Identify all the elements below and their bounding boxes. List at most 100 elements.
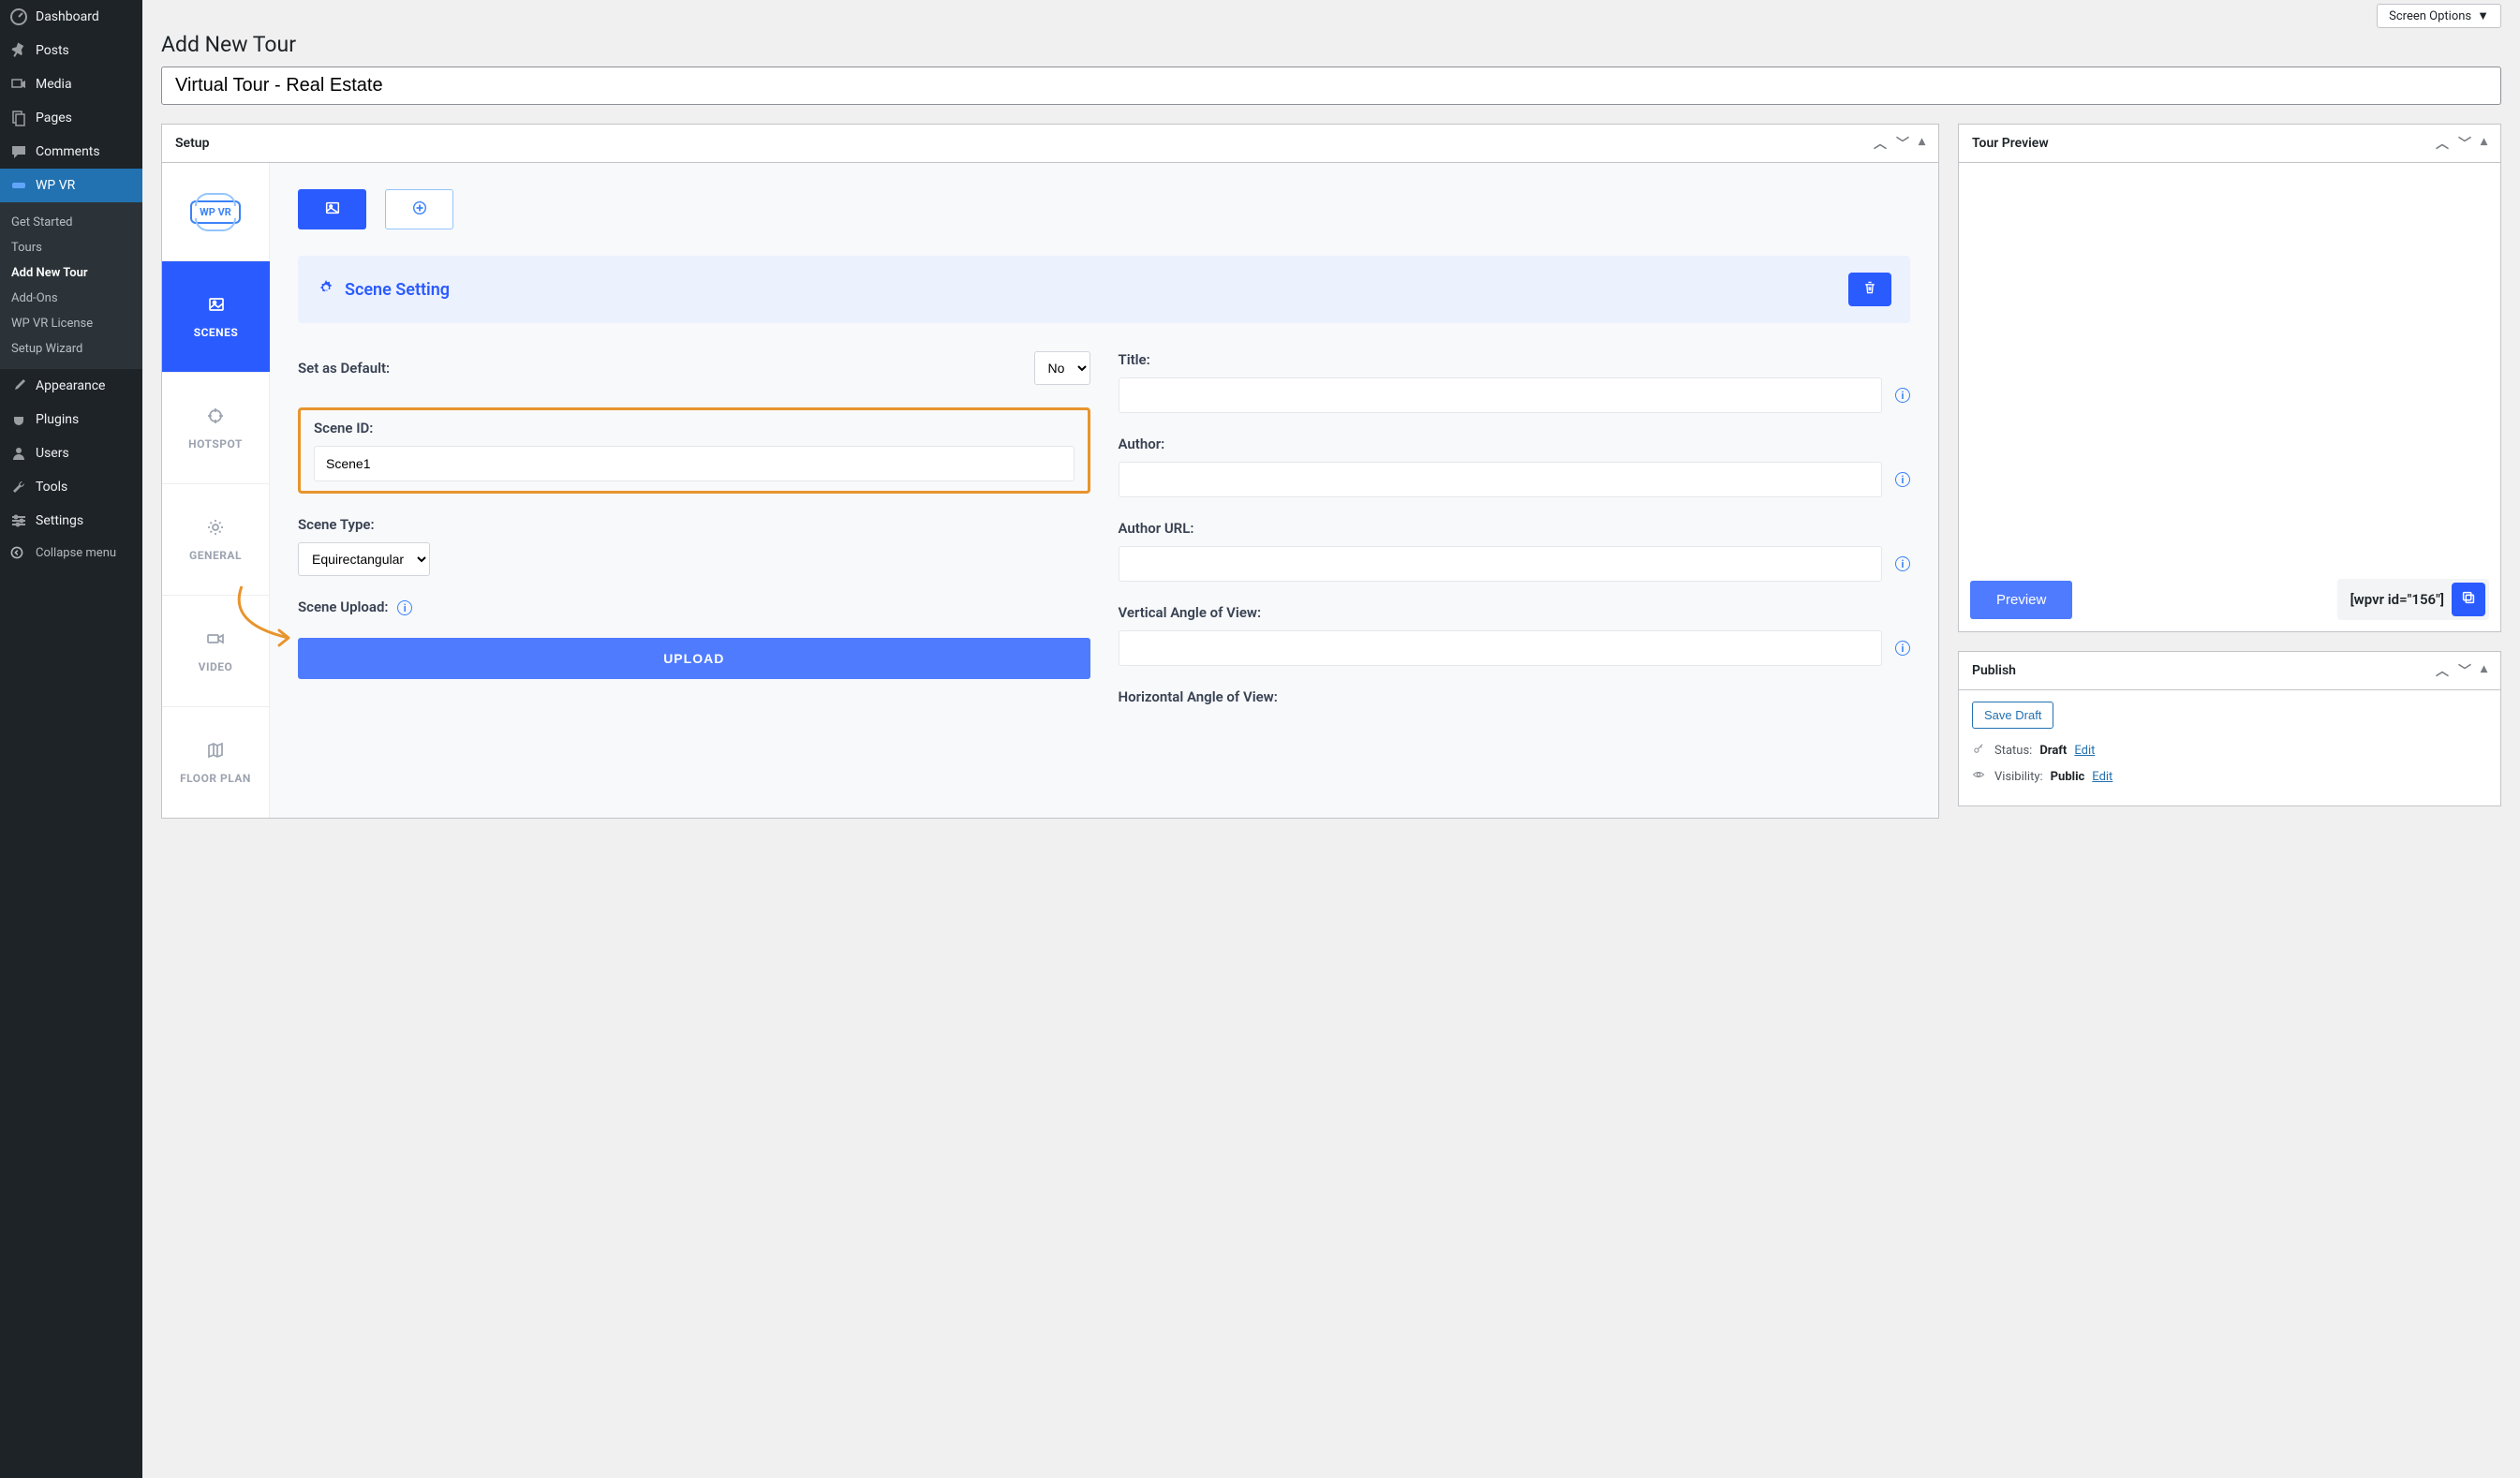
panel-toggle-icon[interactable]: ▴: [2481, 661, 2487, 680]
sidebar-item-plugins[interactable]: Plugins: [0, 403, 142, 436]
help-icon[interactable]: i: [1895, 388, 1910, 403]
post-title-input[interactable]: [161, 67, 2501, 105]
help-icon[interactable]: i: [1895, 641, 1910, 656]
visibility-value: Public: [2051, 770, 2085, 784]
sidebar-label: Appearance: [36, 378, 105, 393]
sliders-icon: [9, 511, 28, 530]
panel-down-icon[interactable]: ﹀: [2458, 661, 2471, 680]
wpvr-icon: [9, 176, 28, 195]
sidebar-item-users[interactable]: Users: [0, 436, 142, 470]
wpvr-logo: WP VR: [162, 163, 270, 260]
gear-icon: [317, 278, 335, 302]
sidebar-label: Posts: [36, 43, 69, 58]
scene-content: Scene Setting Set as Defa: [270, 163, 1938, 818]
video-icon: [206, 629, 225, 653]
user-icon: [9, 444, 28, 463]
delete-scene-button[interactable]: [1848, 273, 1891, 306]
sidebar-label: Comments: [36, 144, 100, 159]
setup-panel: Setup ︿ ﹀ ▴ WP VR: [161, 124, 1939, 819]
scene-type-select[interactable]: Equirectangular: [298, 542, 430, 576]
sidebar-item-appearance[interactable]: Appearance: [0, 369, 142, 403]
publish-panel: Publish ︿ ﹀ ▴ Save Draft Status: Draft: [1958, 651, 2501, 806]
comment-icon: [9, 142, 28, 161]
sidebar-label: Media: [36, 77, 72, 92]
main-content: Screen Options ▼ Add New Tour Setup ︿ ﹀ …: [142, 0, 2520, 1478]
vtab-label: VIDEO: [199, 660, 233, 673]
vtab-general[interactable]: GENERAL: [162, 483, 270, 595]
collapse-menu[interactable]: Collapse menu: [0, 538, 142, 568]
vtab-label: SCENES: [194, 326, 239, 339]
sidebar-label: Plugins: [36, 412, 79, 427]
sidebar-label: Dashboard: [36, 9, 99, 24]
help-icon[interactable]: i: [397, 600, 412, 615]
panel-toggle-icon[interactable]: ▴: [1919, 134, 1925, 153]
shortcode-text: [wpvr id="156"]: [2350, 591, 2444, 608]
author-label: Author:: [1119, 436, 1911, 452]
panel-up-icon[interactable]: ︿: [2436, 661, 2449, 680]
panel-down-icon[interactable]: ﹀: [1896, 134, 1909, 153]
sidebar-item-tools[interactable]: Tools: [0, 470, 142, 504]
vtab-video[interactable]: VIDEO: [162, 595, 270, 706]
vtab-floorplan[interactable]: FLOOR PLAN: [162, 706, 270, 818]
image-icon: [207, 295, 226, 318]
page-title: Add New Tour: [142, 32, 2520, 67]
sidebar-item-settings[interactable]: Settings: [0, 504, 142, 538]
scene-id-label: Scene ID:: [314, 420, 1075, 436]
sidebar-item-comments[interactable]: Comments: [0, 135, 142, 169]
screen-options-button[interactable]: Screen Options ▼: [2377, 4, 2501, 28]
sidebar-sub-add-new-tour[interactable]: Add New Tour: [0, 260, 142, 286]
sidebar-item-wpvr[interactable]: WP VR: [0, 169, 142, 202]
sidebar-item-dashboard[interactable]: Dashboard: [0, 0, 142, 34]
scene-id-input[interactable]: [314, 446, 1075, 481]
key-icon: [1972, 742, 1987, 759]
help-icon[interactable]: i: [1895, 556, 1910, 571]
scene-tab-current[interactable]: [298, 189, 366, 229]
wrench-icon: [9, 478, 28, 496]
vtab-hotspot[interactable]: HOTSPOT: [162, 372, 270, 483]
upload-button[interactable]: UPLOAD: [298, 638, 1090, 679]
preview-panel: Tour Preview ︿ ﹀ ▴ Preview [wpvr id="156…: [1958, 124, 2501, 632]
sidebar-sub-setup-wizard[interactable]: Setup Wizard: [0, 336, 142, 362]
panel-down-icon[interactable]: ﹀: [2458, 134, 2471, 153]
title-input[interactable]: [1119, 377, 1883, 413]
sidebar-label: WP VR: [36, 178, 75, 193]
set-default-select[interactable]: No: [1034, 351, 1090, 385]
sidebar-sub-add-ons[interactable]: Add-Ons: [0, 286, 142, 311]
preview-button[interactable]: Preview: [1970, 581, 2072, 619]
scene-tab-add[interactable]: [385, 189, 453, 229]
save-draft-button[interactable]: Save Draft: [1972, 702, 2053, 729]
screen-options-label: Screen Options: [2389, 9, 2471, 23]
copy-icon: [2460, 589, 2477, 610]
vertical-tabs: WP VR SCENES HOTSPOT: [162, 163, 270, 818]
sidebar-label: Users: [36, 446, 69, 461]
panel-up-icon[interactable]: ︿: [1874, 134, 1887, 153]
target-icon: [206, 406, 225, 430]
panel-up-icon[interactable]: ︿: [2436, 134, 2449, 153]
sidebar-submenu-wpvr: Get Started Tours Add New Tour Add-Ons W…: [0, 202, 142, 369]
publish-panel-title: Publish: [1972, 663, 2016, 678]
title-label: Title:: [1119, 351, 1911, 368]
sidebar-item-posts[interactable]: Posts: [0, 34, 142, 67]
sidebar-item-pages[interactable]: Pages: [0, 101, 142, 135]
sidebar-label: Tools: [36, 480, 67, 495]
sidebar-item-media[interactable]: Media: [0, 67, 142, 101]
sidebar-sub-get-started[interactable]: Get Started: [0, 210, 142, 235]
copy-shortcode-button[interactable]: [2452, 583, 2485, 616]
vtab-scenes[interactable]: SCENES: [162, 260, 270, 372]
edit-visibility-link[interactable]: Edit: [2092, 770, 2112, 784]
vertical-angle-input[interactable]: [1119, 630, 1883, 666]
dashboard-icon: [9, 7, 28, 26]
edit-status-link[interactable]: Edit: [2074, 744, 2095, 758]
plus-icon: [413, 201, 426, 218]
preview-panel-title: Tour Preview: [1972, 136, 2049, 151]
status-label: Status:: [1994, 744, 2032, 758]
help-icon[interactable]: i: [1895, 472, 1910, 487]
sidebar-sub-license[interactable]: WP VR License: [0, 311, 142, 336]
author-input[interactable]: [1119, 462, 1883, 497]
scene-type-label: Scene Type:: [298, 516, 1090, 533]
panel-toggle-icon[interactable]: ▴: [2481, 134, 2487, 153]
eye-icon: [1972, 768, 1987, 785]
author-url-input[interactable]: [1119, 546, 1883, 582]
sidebar-label: Settings: [36, 513, 83, 528]
sidebar-sub-tours[interactable]: Tours: [0, 235, 142, 260]
